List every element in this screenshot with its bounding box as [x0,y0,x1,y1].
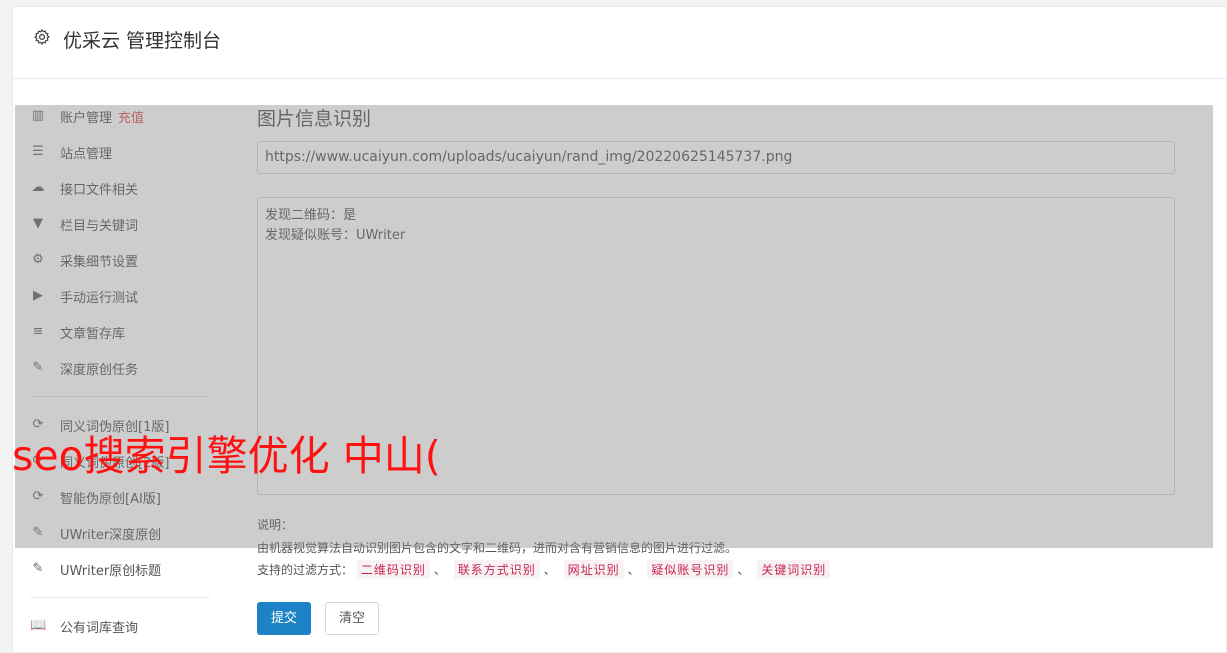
filter-tag: 联系方式识别 [453,560,540,579]
submit-button[interactable]: 提交 [257,602,311,635]
sidebar-item-label: UWriter原创标题 [60,563,162,579]
filter-tag: 疑似账号识别 [647,560,734,579]
filter-tag: 二维码识别 [356,560,430,579]
filter-tag: 关键词识别 [757,560,831,579]
gear-icon [34,29,50,45]
sidebar-divider [30,597,210,598]
filter-tag: 网址识别 [563,560,624,579]
watermark-text: seo搜索引擎优化 中山( [12,432,441,480]
page-title: 优采云 管理控制台 [63,30,222,52]
page-header: 优采云 管理控制台 [13,7,1226,79]
sidebar-item-public-lexicon[interactable]: 📖 公有词库查询 [30,616,220,636]
sidebar-item-uwriter-title[interactable]: ✎ UWriter原创标题 [30,559,220,579]
filter-label: 支持的过滤方式： [257,563,354,577]
book-icon: 📖 [30,618,47,633]
edit-icon: ✎ [32,561,44,576]
sidebar-item-label: 公有词库查询 [60,620,139,636]
filter-methods: 支持的过滤方式： 二维码识别、 联系方式识别、 网址识别、 疑似账号识别、 关键… [257,560,831,579]
clear-button[interactable]: 清空 [325,602,379,635]
